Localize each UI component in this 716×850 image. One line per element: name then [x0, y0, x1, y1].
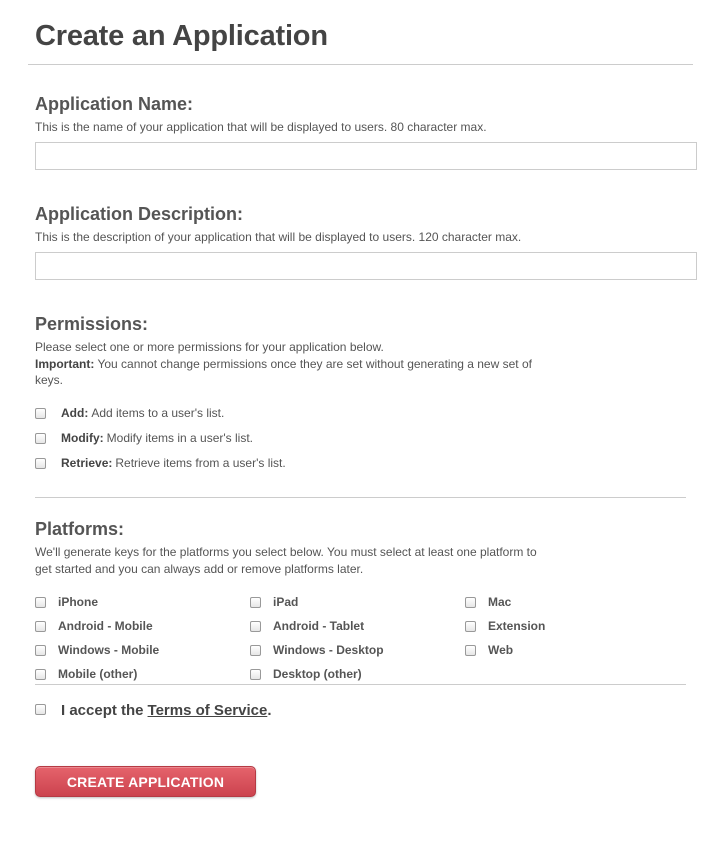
platform-iphone-row[interactable]: iPhone: [35, 595, 98, 609]
platform-desktop-other-label: Desktop (other): [273, 667, 362, 681]
platforms-help: We'll generate keys for the platforms yo…: [35, 544, 537, 577]
permission-add-row[interactable]: Add: Add items to a user's list.: [35, 406, 224, 420]
permission-retrieve-checkbox[interactable]: [35, 457, 46, 469]
platform-windows-desktop-label: Windows - Desktop: [273, 643, 384, 657]
permission-add-description: Add items to a user's list.: [91, 406, 225, 420]
permission-add-checkbox[interactable]: [35, 407, 46, 419]
platforms-help-line2: get started and you can always add or re…: [35, 561, 364, 576]
permission-modify-row[interactable]: Modify: Modify items in a user's list.: [35, 431, 253, 445]
platform-android-tablet-label: Android - Tablet: [273, 619, 365, 633]
platform-iphone-label: iPhone: [58, 595, 99, 609]
platform-iphone-checkbox[interactable]: [35, 596, 46, 608]
permission-modify-checkbox[interactable]: [35, 432, 46, 444]
platforms-help-line1: We'll generate keys for the platforms yo…: [35, 545, 537, 559]
platform-web-row[interactable]: Web: [465, 643, 513, 657]
platform-web-checkbox[interactable]: [465, 644, 476, 656]
permissions-help: Please select one or more permissions fo…: [35, 339, 532, 389]
page-title: Create an Application: [35, 20, 328, 52]
permissions-important-text-line2: keys.: [35, 373, 64, 387]
permissions-important-text: You cannot change permissions once they …: [97, 356, 532, 371]
platform-ipad-checkbox[interactable]: [250, 596, 261, 608]
platform-mac-row[interactable]: Mac: [465, 595, 511, 609]
title-divider: [28, 64, 693, 65]
platforms-label: Platforms:: [35, 519, 125, 539]
permission-modify-name: Modify:: [61, 431, 104, 445]
app-description-input[interactable]: [35, 252, 697, 280]
app-name-label: Application Name:: [35, 94, 194, 114]
platform-android-tablet-checkbox[interactable]: [250, 620, 261, 632]
platform-mobile-other-checkbox[interactable]: [35, 668, 46, 680]
platform-desktop-other-row[interactable]: Desktop (other): [250, 667, 362, 681]
platforms-divider: [35, 684, 686, 685]
terms-checkbox[interactable]: [35, 704, 46, 715]
terms-suffix: .: [267, 702, 272, 719]
platform-mobile-other-row[interactable]: Mobile (other): [35, 667, 137, 681]
permissions-help-line1: Please select one or more permissions fo…: [35, 340, 384, 354]
permission-retrieve-row[interactable]: Retrieve: Retrieve items from a user's l…: [35, 456, 286, 470]
permissions-label: Permissions:: [35, 314, 149, 334]
platform-android-mobile-checkbox[interactable]: [35, 620, 46, 632]
platform-mac-label: Mac: [488, 595, 512, 609]
platform-extension-row[interactable]: Extension: [465, 619, 545, 633]
create-application-button[interactable]: CREATE APPLICATION: [35, 766, 256, 797]
section-divider: [35, 497, 686, 498]
platform-windows-mobile-row[interactable]: Windows - Mobile: [35, 643, 159, 657]
permissions-important-label: Important:: [35, 356, 95, 371]
platform-ipad-row[interactable]: iPad: [250, 595, 298, 609]
platform-extension-label: Extension: [488, 619, 546, 633]
terms-prefix: I accept the: [61, 702, 144, 719]
platform-desktop-other-checkbox[interactable]: [250, 668, 261, 680]
platform-android-mobile-label: Android - Mobile: [58, 619, 153, 633]
permission-retrieve-description: Retrieve items from a user's list.: [115, 456, 286, 470]
platform-windows-desktop-checkbox[interactable]: [250, 644, 261, 656]
app-description-help: This is the description of your applicat…: [35, 230, 522, 244]
permission-add-name: Add:: [61, 406, 89, 420]
platform-extension-checkbox[interactable]: [465, 620, 476, 632]
platform-ipad-label: iPad: [273, 595, 299, 609]
platform-mac-checkbox[interactable]: [465, 596, 476, 608]
terms-row[interactable]: I accept the Terms of Service .: [35, 702, 271, 719]
platform-windows-mobile-label: Windows - Mobile: [58, 643, 160, 657]
platform-web-label: Web: [488, 643, 514, 657]
platform-windows-desktop-row[interactable]: Windows - Desktop: [250, 643, 384, 657]
app-name-input[interactable]: [35, 142, 697, 170]
platform-windows-mobile-checkbox[interactable]: [35, 644, 46, 656]
platform-android-mobile-row[interactable]: Android - Mobile: [35, 619, 153, 633]
app-name-help: This is the name of your application tha…: [35, 120, 487, 134]
permission-modify-description: Modify items in a user's list.: [106, 431, 253, 445]
permission-retrieve-name: Retrieve:: [61, 456, 113, 470]
platform-mobile-other-label: Mobile (other): [58, 667, 138, 681]
platform-android-tablet-row[interactable]: Android - Tablet: [250, 619, 364, 633]
app-description-label: Application Description:: [35, 204, 244, 224]
terms-of-service-link[interactable]: Terms of Service: [148, 702, 268, 719]
